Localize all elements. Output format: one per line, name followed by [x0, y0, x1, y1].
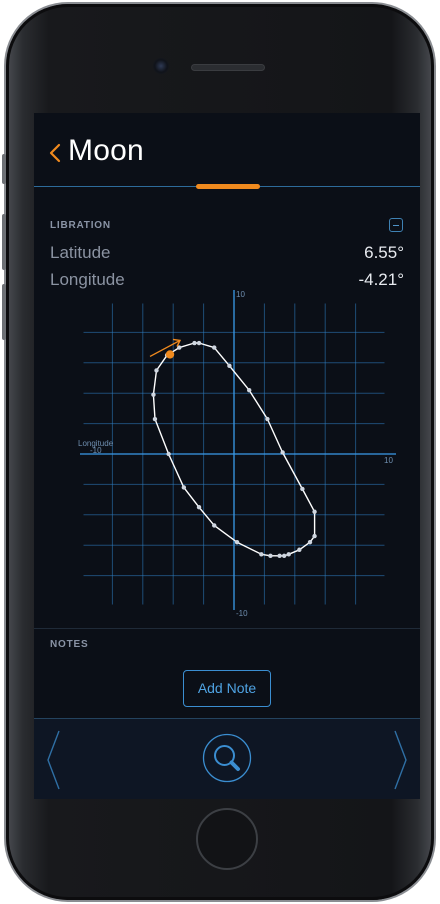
libration-point	[212, 523, 217, 528]
libration-point	[277, 553, 282, 559]
mute-switch	[2, 154, 6, 184]
page-title: Moon	[68, 134, 144, 167]
x-tick-label: 10	[384, 456, 393, 465]
libration-point	[312, 533, 317, 539]
libration-point	[192, 340, 197, 346]
libration-point	[312, 509, 317, 514]
chevron-left-thin-icon[interactable]	[44, 729, 64, 791]
libration-section-header: LIBRATION	[50, 220, 111, 231]
chevron-left-icon[interactable]	[48, 143, 62, 163]
libration-point	[268, 553, 273, 559]
volume-down-button	[2, 284, 6, 340]
notes-divider	[34, 628, 420, 629]
libration-point	[234, 539, 240, 545]
libration-point	[166, 451, 171, 457]
libration-point	[227, 363, 232, 369]
add-note-button[interactable]: Add Note	[183, 670, 271, 707]
libration-point	[281, 553, 287, 559]
libration-point	[247, 387, 252, 393]
latitude-label: Latitude	[50, 243, 111, 262]
libration-point	[154, 368, 159, 373]
libration-point	[280, 450, 285, 455]
current-position-marker	[165, 350, 175, 359]
home-button[interactable]	[196, 808, 258, 870]
y-tick-label: 10	[236, 290, 245, 299]
longitude-label: Longitude	[50, 270, 125, 289]
libration-point	[151, 392, 156, 397]
libration-point	[259, 552, 264, 557]
x-tick-label: -10	[90, 446, 102, 455]
libration-chart: Latitude10-10Longitude-1010	[34, 289, 420, 619]
libration-point	[196, 340, 202, 346]
libration-chart-svg: Latitude10-10Longitude-1010	[78, 289, 396, 618]
libration-point	[307, 539, 313, 545]
app-screen: Moon LIBRATION Latitude 6.55° Longitude …	[34, 113, 420, 799]
libration-point	[300, 486, 305, 492]
libration-point	[286, 552, 291, 557]
navigation-bar: Moon	[34, 113, 420, 189]
page-indicator	[196, 184, 260, 189]
libration-point	[152, 416, 158, 422]
front-camera	[153, 58, 169, 74]
direction-arrow	[149, 339, 181, 358]
minus-square-icon[interactable]	[389, 218, 403, 232]
longitude-value: -4.21°	[358, 270, 404, 289]
search-icon[interactable]	[202, 733, 252, 783]
bottom-toolbar	[34, 718, 420, 799]
libration-point	[212, 345, 217, 350]
earpiece-speaker	[191, 64, 265, 71]
libration-point	[297, 547, 302, 552]
libration-point	[181, 485, 187, 490]
latitude-value: 6.55°	[364, 243, 404, 262]
y-tick-label: -10	[236, 609, 248, 618]
volume-up-button	[2, 214, 6, 270]
libration-point	[265, 416, 270, 422]
libration-point	[196, 505, 202, 510]
notes-section-header: NOTES	[50, 639, 89, 650]
chevron-right-thin-icon[interactable]	[390, 729, 410, 791]
